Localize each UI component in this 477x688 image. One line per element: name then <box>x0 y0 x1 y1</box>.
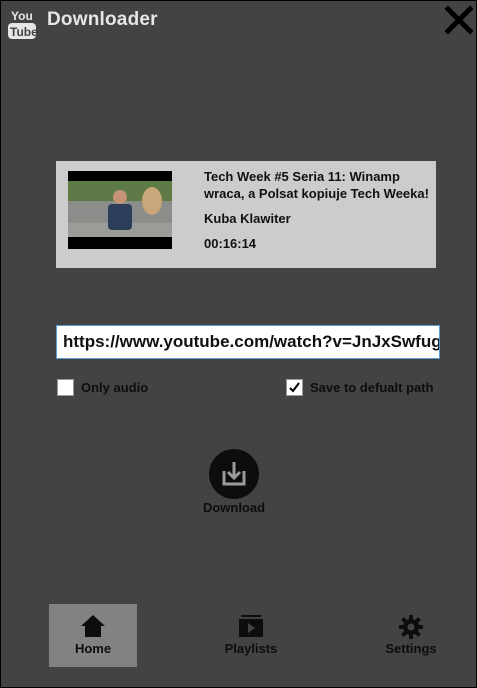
nav-settings[interactable]: Settings <box>367 604 455 667</box>
gear-icon <box>399 615 423 639</box>
only-audio-option[interactable]: Only audio <box>57 379 148 396</box>
playlist-icon <box>239 615 263 637</box>
url-input[interactable] <box>56 325 440 359</box>
video-author: Kuba Klawiter <box>204 211 291 226</box>
default-path-checkbox[interactable] <box>286 379 303 396</box>
nav-playlists-label: Playlists <box>224 641 278 656</box>
app-title: Downloader <box>47 9 158 30</box>
youtube-logo-icon: You Tube <box>8 8 38 40</box>
app-window: You Tube Downloader Tech Week #5 Seria 1… <box>0 0 477 688</box>
nav-settings-label: Settings <box>385 641 437 656</box>
only-audio-checkbox[interactable] <box>57 379 74 396</box>
download-icon <box>222 462 246 486</box>
video-thumbnail <box>68 171 172 249</box>
only-audio-label: Only audio <box>81 380 149 395</box>
nav-home[interactable]: Home <box>49 604 137 667</box>
nav-home-label: Home <box>74 641 112 656</box>
download-button[interactable] <box>209 449 259 499</box>
home-icon <box>81 615 105 637</box>
checkmark-icon <box>289 382 300 393</box>
nav-playlists[interactable]: Playlists <box>207 604 295 667</box>
download-label: Download <box>202 500 266 515</box>
title-bar: You Tube Downloader <box>1 1 476 43</box>
video-info-card: Tech Week #5 Seria 11: Winamp wraca, a P… <box>56 161 436 268</box>
video-title: Tech Week #5 Seria 11: Winamp wraca, a P… <box>204 169 429 201</box>
video-duration: 00:16:14 <box>204 236 257 251</box>
default-path-option[interactable]: Save to defualt path <box>286 379 434 396</box>
default-path-label: Save to defualt path <box>310 380 434 395</box>
close-icon[interactable] <box>443 4 475 36</box>
logo-text-top: You <box>11 9 33 23</box>
logo-text-bottom: Tube <box>10 25 36 39</box>
